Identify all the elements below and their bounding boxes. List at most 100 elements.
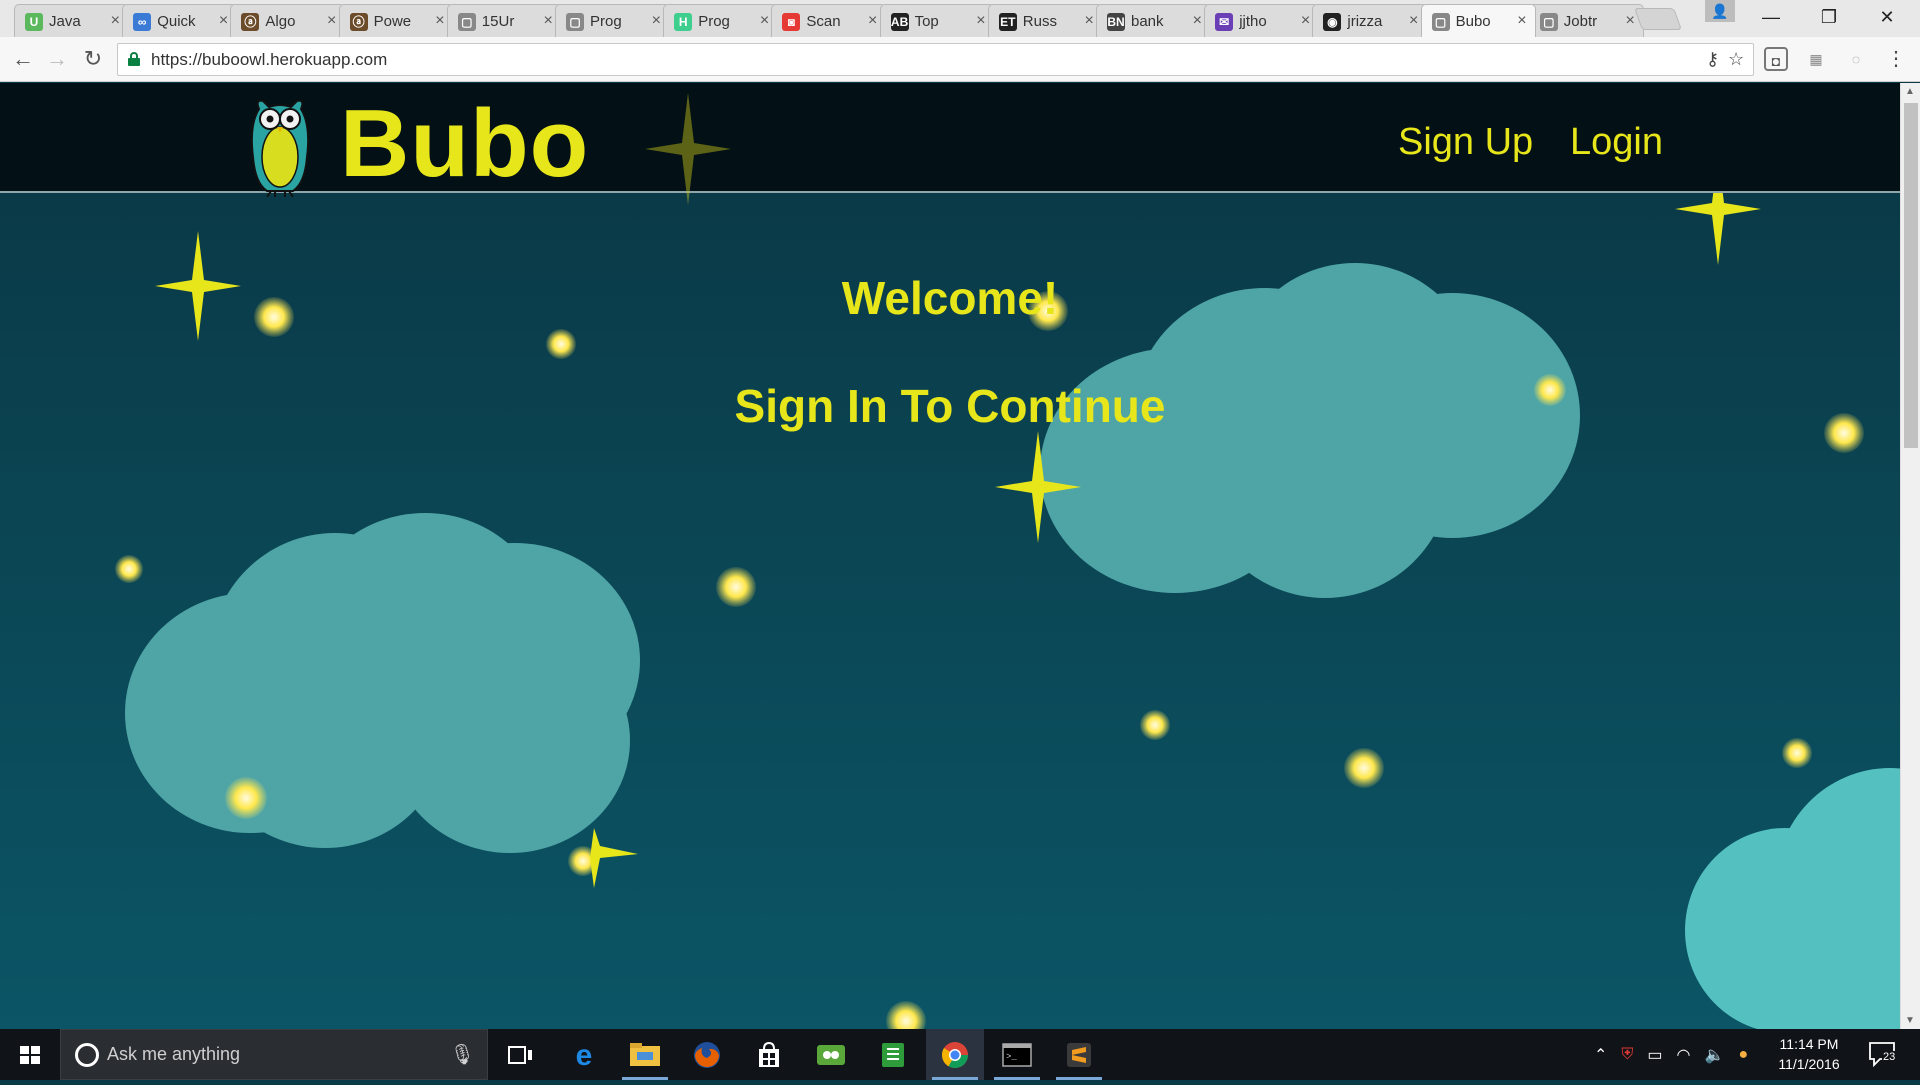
scroll-down-icon[interactable]: ▼ xyxy=(1905,1015,1915,1026)
browser-tab[interactable]: BN bank × xyxy=(1096,4,1211,37)
tab-close-icon[interactable]: × xyxy=(327,12,336,30)
vertical-scrollbar[interactable]: ▲ ▼ xyxy=(1900,83,1920,1029)
cloud xyxy=(125,513,670,863)
tab-label: jjtho xyxy=(1239,12,1267,30)
browser-tab[interactable]: ∞ Quick × xyxy=(122,4,238,37)
clock[interactable]: 11:14 PM 11/1/2016 xyxy=(1760,1034,1858,1074)
bookmark-star-icon[interactable]: ☆ xyxy=(1728,49,1744,70)
tab-favicon-icon: ◉ xyxy=(1323,13,1342,31)
browser-tab[interactable]: ⓐ Algo × xyxy=(230,4,346,37)
signup-link[interactable]: Sign Up xyxy=(1398,121,1533,164)
browser-tab[interactable]: ◙ Scan × xyxy=(771,4,887,37)
scroll-thumb[interactable] xyxy=(1904,103,1918,448)
battery-icon[interactable]: ▭ xyxy=(1647,1045,1662,1065)
tab-close-icon[interactable]: × xyxy=(219,12,228,30)
browser-tab[interactable]: ▢ Jobtr × xyxy=(1528,4,1644,37)
new-tab-button[interactable] xyxy=(1633,8,1683,30)
tab-favicon-icon: U xyxy=(25,13,43,31)
terminal-icon[interactable]: >_ xyxy=(988,1029,1046,1080)
browser-tab[interactable]: ▢ 15Ur × xyxy=(446,4,562,37)
windows-taskbar: Ask me anything 🎙 e >_ ⌃ ⛨ ▭ ◠ 🔈 ● 11:14… xyxy=(0,1029,1920,1080)
notification-count: 23 xyxy=(1882,1051,1897,1063)
signin-prompt: Sign In To Continue xyxy=(734,380,1166,432)
tab-close-icon[interactable]: × xyxy=(543,12,552,30)
key-icon[interactable]: ⚷ xyxy=(1706,49,1719,70)
tab-favicon-icon: ▢ xyxy=(457,13,476,31)
tab-label: 15Ur xyxy=(481,12,515,30)
tab-label: Prog xyxy=(698,12,730,30)
scroll-up-icon[interactable]: ▲ xyxy=(1905,86,1915,97)
maximize-button[interactable]: ❐ xyxy=(1806,4,1852,30)
tab-label: Top xyxy=(914,12,939,30)
chrome-icon[interactable] xyxy=(926,1029,984,1080)
browser-tab[interactable]: ▢ Bubo × xyxy=(1420,4,1536,37)
sparkle-icon xyxy=(590,828,638,888)
browser-tab[interactable]: ✉ jjtho × xyxy=(1204,4,1320,37)
browser-tab[interactable]: U Java × xyxy=(14,4,129,37)
notes-icon[interactable] xyxy=(864,1029,922,1080)
tab-label: Jobtr xyxy=(1563,12,1598,30)
search-placeholder: Ask me anything xyxy=(107,1044,241,1064)
forward-icon[interactable]: → xyxy=(42,45,72,73)
shield-icon[interactable]: ⛨ xyxy=(1621,1046,1633,1064)
profile-icon[interactable]: 👤 xyxy=(1705,0,1735,22)
tab-close-icon[interactable]: × xyxy=(111,12,120,30)
tab-close-icon[interactable]: × xyxy=(1625,12,1634,30)
address-bar[interactable]: https://buboowl.herokuapp.com ⚷ ☆ xyxy=(117,43,1754,76)
store-icon[interactable] xyxy=(740,1029,798,1080)
site-header: Bubo Sign Up Login xyxy=(0,83,1900,205)
tab-label: Scan xyxy=(806,12,841,30)
tab-close-icon[interactable]: × xyxy=(652,12,661,30)
chrome-menu-icon[interactable]: ⋮ xyxy=(1884,47,1908,71)
browser-tab[interactable]: H Prog × xyxy=(663,4,779,37)
action-center-button[interactable]: 23 xyxy=(1868,1041,1897,1068)
task-view-icon[interactable] xyxy=(492,1029,550,1080)
tab-close-icon[interactable]: × xyxy=(1517,12,1526,30)
tab-favicon-icon: ET xyxy=(998,13,1017,31)
tab-close-icon[interactable]: × xyxy=(1193,12,1202,30)
extension-grid-icon[interactable]: ▦ xyxy=(1804,47,1828,71)
owl-logo-icon[interactable] xyxy=(245,95,315,197)
start-button[interactable] xyxy=(0,1029,60,1080)
chevron-up-icon[interactable]: ⌃ xyxy=(1594,1045,1607,1065)
tab-label: Russ xyxy=(1022,12,1057,30)
wifi-icon[interactable]: ◠ xyxy=(1677,1045,1691,1065)
extension-icon[interactable]: ◘ xyxy=(1764,47,1788,71)
browser-tab[interactable]: ◉ jrizza × xyxy=(1312,4,1428,37)
cortana-search-box[interactable]: Ask me anything 🎙 xyxy=(60,1029,488,1080)
minimize-button[interactable]: — xyxy=(1748,4,1794,30)
file-explorer-icon[interactable] xyxy=(616,1029,674,1080)
url-text: https://buboowl.herokuapp.com xyxy=(151,50,388,69)
sublime-icon[interactable] xyxy=(1050,1029,1108,1080)
tab-close-icon[interactable]: × xyxy=(868,12,877,30)
tab-favicon-icon: BN xyxy=(1107,13,1125,31)
browser-tab[interactable]: AB Top × xyxy=(879,4,995,37)
tab-favicon-icon: ∞ xyxy=(133,13,152,31)
tab-close-icon[interactable]: × xyxy=(976,12,985,30)
microphone-icon[interactable]: 🎙 xyxy=(450,1042,475,1067)
login-link[interactable]: Login xyxy=(1570,121,1663,164)
back-icon[interactable]: ← xyxy=(8,45,38,73)
tab-label: Quick xyxy=(157,12,196,30)
star-dot xyxy=(1782,738,1812,768)
tab-favicon-icon: ▢ xyxy=(1431,13,1450,31)
reload-icon[interactable]: ↻ xyxy=(78,45,108,73)
brand-title[interactable]: Bubo xyxy=(340,89,589,199)
tab-close-icon[interactable]: × xyxy=(1301,12,1310,30)
firefox-icon[interactable] xyxy=(678,1029,736,1080)
svg-text:e: e xyxy=(576,1040,593,1070)
weather-icon[interactable]: ● xyxy=(1738,1046,1748,1064)
extension-circle-icon[interactable]: ◌ xyxy=(1844,47,1868,71)
tab-close-icon[interactable]: × xyxy=(1084,12,1093,30)
evernote-icon[interactable] xyxy=(802,1029,860,1080)
browser-tab[interactable]: ET Russ × xyxy=(987,4,1103,37)
tab-close-icon[interactable]: × xyxy=(760,12,769,30)
tab-close-icon[interactable]: × xyxy=(1409,12,1418,30)
close-window-button[interactable]: ✕ xyxy=(1864,4,1910,30)
edge-icon[interactable]: e xyxy=(555,1029,613,1080)
secure-lock-icon xyxy=(128,52,140,66)
browser-tab[interactable]: ⓐ Powe × xyxy=(338,4,454,37)
browser-tab[interactable]: ▢ Prog × xyxy=(555,4,670,37)
tab-close-icon[interactable]: × xyxy=(435,12,444,30)
volume-icon[interactable]: 🔈 xyxy=(1705,1045,1725,1065)
